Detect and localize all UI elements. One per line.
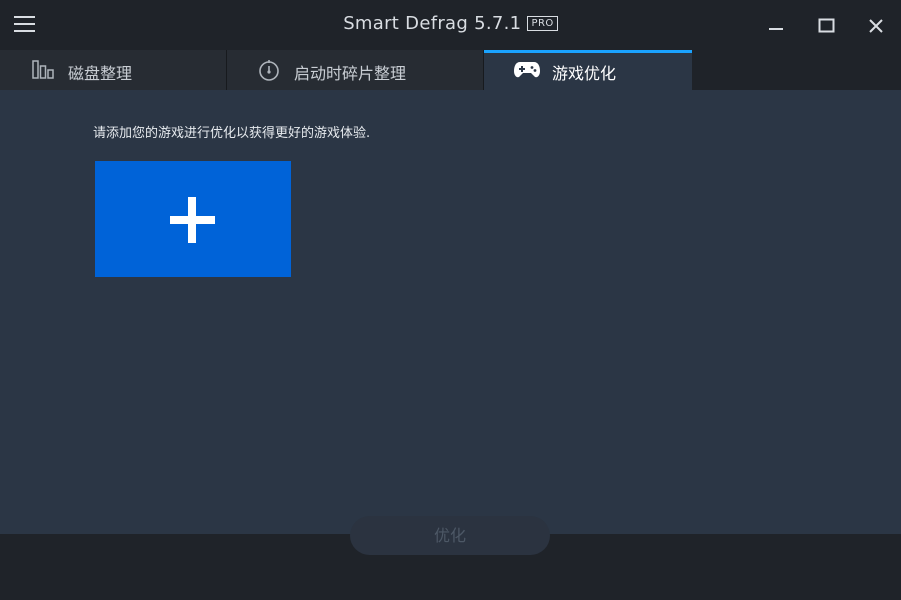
add-game-button[interactable] [95, 161, 291, 277]
close-icon [869, 19, 883, 33]
tab-bar: 磁盘整理 启动时碎片整理 游戏优化 [0, 50, 901, 90]
game-optimize-panel: 请添加您的游戏进行优化以获得更好的游戏体验. [0, 90, 901, 534]
maximize-button[interactable] [814, 13, 840, 39]
tab-label: 启动时碎片整理 [294, 64, 407, 83]
tab-label: 游戏优化 [552, 64, 617, 83]
plus-icon-bar [170, 216, 215, 224]
tab-label: 磁盘整理 [68, 64, 133, 83]
app-window: Smart Defrag 5.7.1 PRO 磁盘整理 启动时碎片整理 游戏优化… [0, 0, 901, 600]
gamepad-icon [513, 60, 541, 84]
tab-disk-defrag[interactable]: 磁盘整理 [0, 50, 227, 90]
optimize-button[interactable]: 优化 [350, 516, 550, 555]
app-name: Smart Defrag 5.7.1 [343, 13, 522, 34]
footer-bar: 优化 [0, 516, 901, 600]
pro-badge: PRO [527, 16, 558, 31]
tab-game-optimize[interactable]: 游戏优化 [484, 50, 692, 90]
add-game-hint: 请添加您的游戏进行优化以获得更好的游戏体验. [93, 126, 371, 141]
disk-columns-icon [32, 58, 54, 84]
minimize-icon [769, 28, 783, 30]
boot-timer-icon [257, 58, 281, 86]
title-bar: Smart Defrag 5.7.1 PRO [0, 0, 901, 50]
close-button[interactable] [863, 13, 889, 39]
maximize-icon [818, 18, 835, 33]
minimize-button[interactable] [764, 13, 790, 39]
tab-boot-defrag[interactable]: 启动时碎片整理 [227, 50, 484, 90]
